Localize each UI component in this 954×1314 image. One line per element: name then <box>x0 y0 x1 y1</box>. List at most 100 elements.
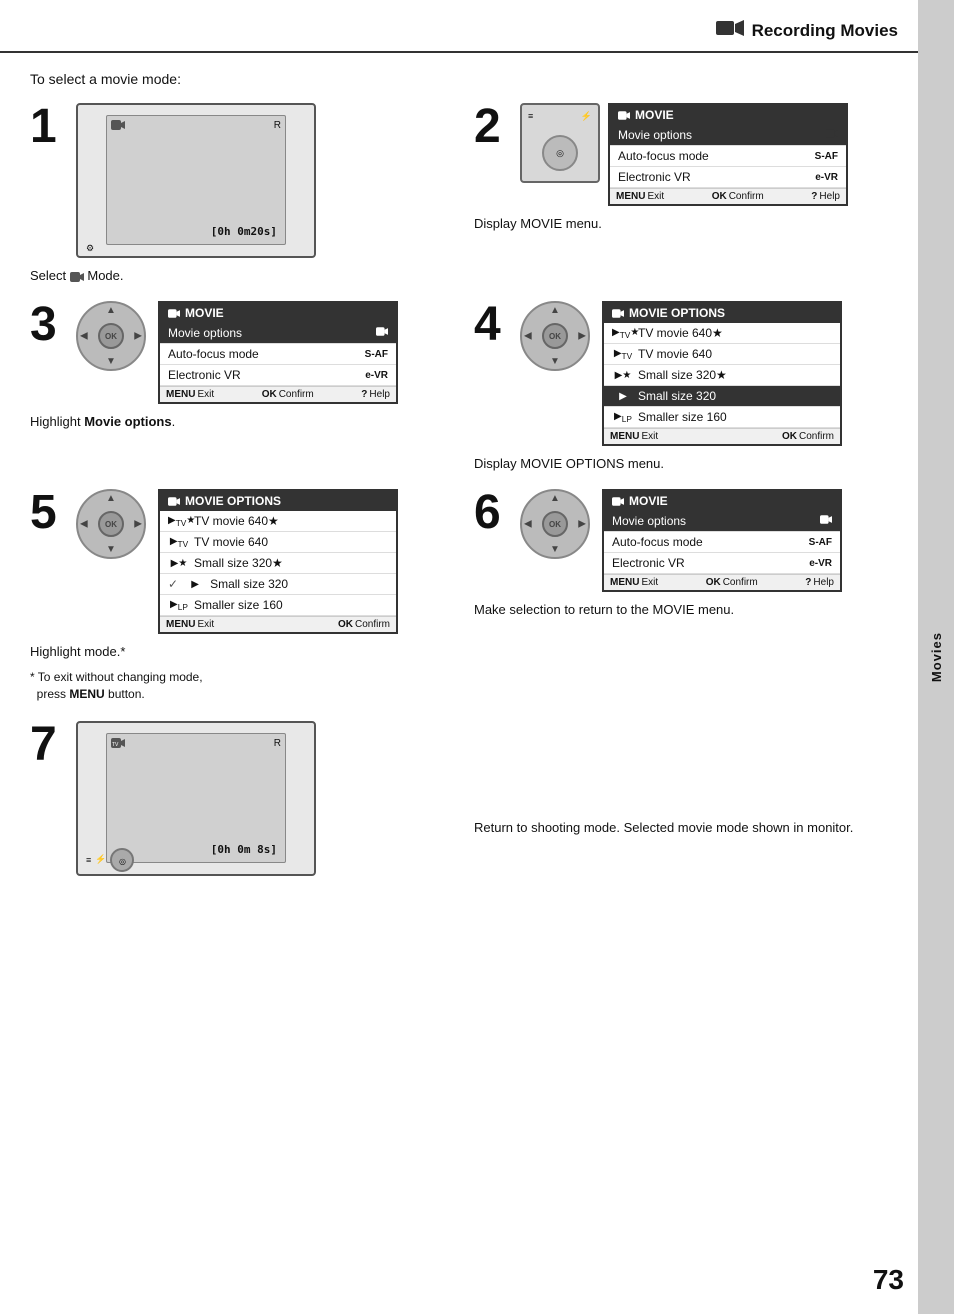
step-6-footer: MENU Exit OK Confirm ? Help <box>604 574 840 590</box>
step-3-header: 3 OK ▲ ▼ ◀ ▶ <box>30 301 444 404</box>
step-5-dpad-up: ▲ <box>106 493 116 504</box>
step-2-content: ≡ ⚡ ◎ MOVIE Movie options <box>520 103 888 206</box>
step-7-ctrl-1: ≡ <box>86 855 91 865</box>
step-7-time: [0h 0m 8s] <box>211 843 277 856</box>
step-7-number: 7 <box>30 721 66 769</box>
step-4-header: 4 OK ▲ ▼ ◀ ▶ <box>474 301 888 446</box>
step-1-controls: ⚙ <box>86 243 94 254</box>
menu-row-6-evr: Electronic VR e-VR <box>604 553 840 574</box>
step-1-caption: Select Mode. <box>30 268 444 283</box>
step-6-dpad-center: OK <box>542 511 568 537</box>
step-4-caption: Display MOVIE OPTIONS menu. <box>474 456 888 471</box>
menu-row-4-1: ▶TV★TV movie 640★ <box>604 323 840 344</box>
step-5-footer: MENU Exit OK Confirm <box>160 616 396 632</box>
step-7-rec-icon: R <box>274 738 281 749</box>
page-header: Recording Movies <box>0 0 918 53</box>
step-5-content: OK ▲ ▼ ◀ ▶ MOVIE OPTIONS <box>76 489 444 634</box>
dpad-right: ▶ <box>134 331 142 342</box>
step-2-menu: MOVIE Movie options Auto-focus mode S-AF <box>608 103 848 206</box>
step-4-menu-title: MOVIE OPTIONS <box>604 303 840 323</box>
step-1-camera: R [0h 0m20s] ⚙ <box>76 103 316 258</box>
step-1-rec-icon: R <box>274 120 281 131</box>
step-1-ctrl: ⚙ <box>86 243 94 254</box>
step-5: 5 OK ▲ ▼ ◀ ▶ <box>30 489 444 703</box>
step-4-dpad-up: ▲ <box>550 305 560 316</box>
menu-row-3-evr: Electronic VR e-VR <box>160 365 396 386</box>
step-4-content: OK ▲ ▼ ◀ ▶ MOVIE OPTIONS <box>520 301 888 446</box>
step-6-caption: Make selection to return to the MOVIE me… <box>474 602 888 617</box>
menu-row-5-3: ▶★Small size 320★ <box>160 553 396 574</box>
step-5-menu: MOVIE OPTIONS ▶TV★TV movie 640★ ▶TVTV mo… <box>158 489 398 634</box>
step-3-caption: Highlight Movie options. <box>30 414 444 429</box>
step-7-controls: ≡ ⚡ ◎ <box>86 848 134 872</box>
step-1-content: R [0h 0m20s] ⚙ <box>76 103 444 258</box>
step-4-dpad-down: ▼ <box>550 356 560 367</box>
step-5-dpad: OK ▲ ▼ ◀ ▶ <box>76 489 146 559</box>
step-5-header: 5 OK ▲ ▼ ◀ ▶ <box>30 489 444 634</box>
step-3-menu: MOVIE Movie options Auto-focus mode S-AF <box>158 301 398 404</box>
svg-text:TV: TV <box>112 742 119 748</box>
dpad-up: ▲ <box>106 305 116 316</box>
step-7-caption: Return to shooting mode. Selected movie … <box>474 818 888 838</box>
step-7-screen: TV R [0h 0m 8s] <box>106 733 286 863</box>
step-2-footer: MENU Exit OK Confirm ? Help <box>610 188 846 204</box>
step-6-dpad-down: ▼ <box>550 544 560 555</box>
step-7-camera: TV R [0h 0m 8s] ≡ ⚡ ◎ <box>76 721 316 876</box>
step-7-content: TV R [0h 0m 8s] ≡ ⚡ ◎ <box>76 721 444 876</box>
step-3: 3 OK ▲ ▼ ◀ ▶ <box>30 301 444 471</box>
step-5-menu-title: MOVIE OPTIONS <box>160 491 396 511</box>
step-3-dpad: OK ▲ ▼ ◀ ▶ <box>76 301 146 371</box>
dpad-down: ▼ <box>106 356 116 367</box>
step-3-menu-title: MOVIE <box>160 303 396 323</box>
menu-row-5-4: ✓▶Small size 320 <box>160 574 396 595</box>
step-6-menu: MOVIE Movie options Auto-focus mode S-AF <box>602 489 842 592</box>
step-5-note: * To exit without changing mode, press M… <box>30 669 444 703</box>
step-1-number: 1 <box>30 103 66 151</box>
movie-camera-icon <box>716 18 744 43</box>
step-6-number: 6 <box>474 489 510 537</box>
step-6-dpad-right: ▶ <box>578 519 586 530</box>
step-2-header: 2 ≡ ⚡ ◎ MOVIE <box>474 103 888 206</box>
step-7-header: 7 TV R [0h 0m 8s] ≡ ⚡ ◎ <box>30 721 444 876</box>
menu-row-4-5: ▶LPSmaller size 160 <box>604 407 840 428</box>
main-content: To select a movie mode: 1 R [0h 0m20s] <box>0 53 918 894</box>
step-1-time: [0h 0m20s] <box>211 225 277 238</box>
step-3-content: OK ▲ ▼ ◀ ▶ MOVIE Movie o <box>76 301 444 404</box>
menu-row-5-1: ▶TV★TV movie 640★ <box>160 511 396 532</box>
step-4-dpad-center: OK <box>542 323 568 349</box>
step-1-mode-icon <box>111 120 125 133</box>
step-6-dpad: OK ▲ ▼ ◀ ▶ <box>520 489 590 559</box>
step-3-number: 3 <box>30 301 66 349</box>
step-2-number: 2 <box>474 103 510 151</box>
menu-row-movie-options: Movie options <box>610 125 846 146</box>
step-4: 4 OK ▲ ▼ ◀ ▶ <box>474 301 888 471</box>
step-4-number: 4 <box>474 301 510 349</box>
menu-row-6-options: Movie options <box>604 511 840 532</box>
step-7-dial: ◎ <box>110 848 134 872</box>
step-4-dpad: OK ▲ ▼ ◀ ▶ <box>520 301 590 371</box>
menu-row-4-2: ▶TVTV movie 640 <box>604 344 840 365</box>
step-6-header: 6 OK ▲ ▼ ◀ ▶ <box>474 489 888 592</box>
step-5-dpad-right: ▶ <box>134 519 142 530</box>
step-1-screen: R [0h 0m20s] <box>106 115 286 245</box>
step-4-dpad-left: ◀ <box>524 331 532 342</box>
step-7: 7 TV R [0h 0m 8s] ≡ ⚡ ◎ <box>30 721 444 876</box>
sidebar-tab: Movies <box>918 0 954 1314</box>
step-5-number: 5 <box>30 489 66 537</box>
step-6-dpad-up: ▲ <box>550 493 560 504</box>
steps-grid: 1 R [0h 0m20s] ⚙ <box>30 103 888 876</box>
step-2-menu-title: MOVIE <box>610 105 846 125</box>
step-6-menu-title: MOVIE <box>604 491 840 511</box>
step-6-dpad-left: ◀ <box>524 519 532 530</box>
step-3-footer: MENU Exit OK Confirm ? Help <box>160 386 396 402</box>
menu-row-5-2: ▶TVTV movie 640 <box>160 532 396 553</box>
step-2-caption: Display MOVIE menu. <box>474 216 888 231</box>
step-7-ctrl-2: ⚡ <box>95 854 106 865</box>
menu-row-3-af: Auto-focus mode S-AF <box>160 344 396 365</box>
intro-text: To select a movie mode: <box>30 71 888 87</box>
dpad-center: OK <box>98 323 124 349</box>
menu-row-5-5: ▶LPSmaller size 160 <box>160 595 396 616</box>
page-number: 73 <box>873 1264 904 1296</box>
step-7-mode-icon: TV <box>111 738 127 751</box>
menu-row-3-options: Movie options <box>160 323 396 344</box>
